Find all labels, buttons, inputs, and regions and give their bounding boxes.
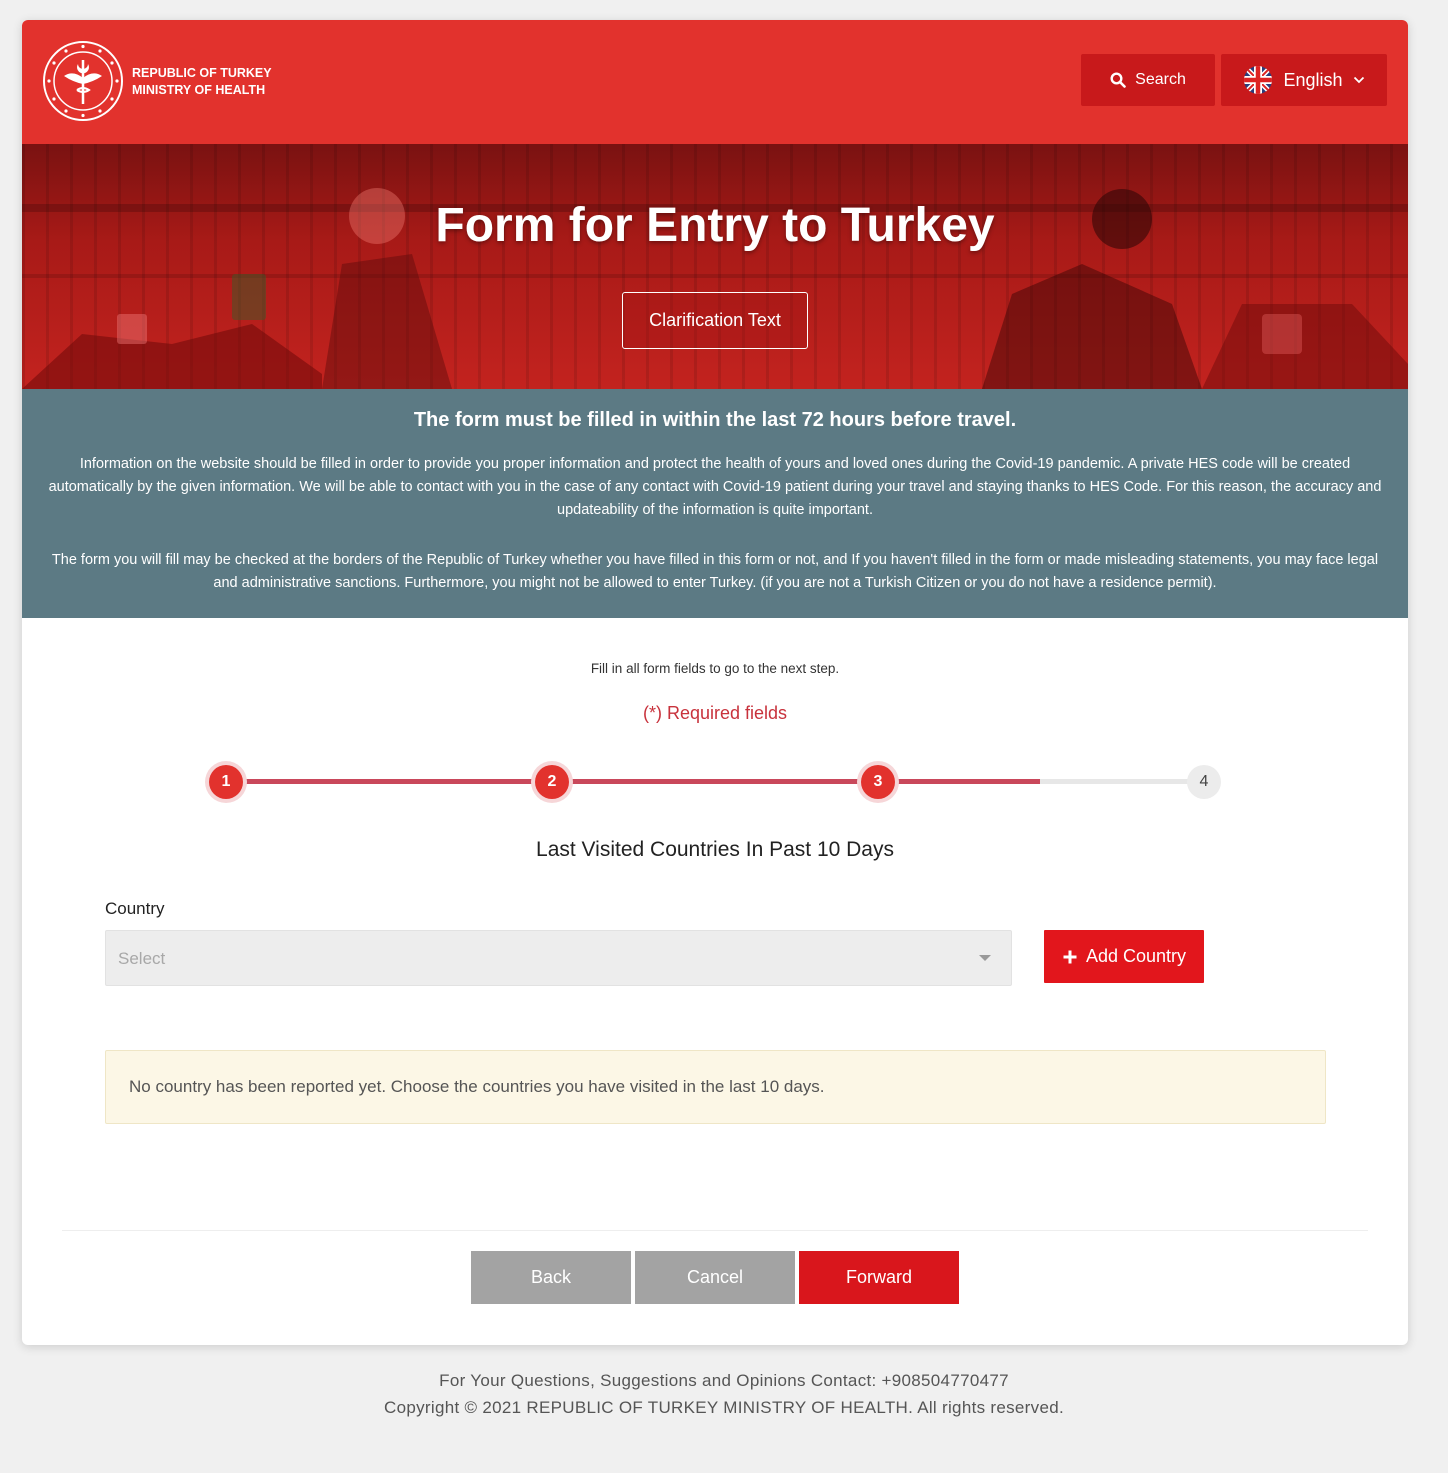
org-line-1: REPUBLIC OF TURKEY — [132, 66, 272, 80]
back-button[interactable]: Back — [471, 1251, 631, 1304]
org-line-2: MINISTRY OF HEALTH — [132, 83, 266, 97]
ministry-emblem-icon[interactable] — [42, 40, 124, 122]
section-title: Last Visited Countries In Past 10 Days — [536, 838, 894, 861]
progress-track-completed — [225, 779, 1040, 784]
country-label: Country — [105, 899, 165, 918]
divider — [62, 1230, 1368, 1231]
notice-paragraph-2: The form you will fill may be checked at… — [51, 552, 1379, 591]
page-title: Form for Entry to Turkey — [435, 199, 995, 252]
notice-heading: The form must be filled in within the la… — [413, 409, 1017, 431]
required-fields-note: (*) Required fields — [642, 703, 788, 723]
country-select[interactable]: Select — [105, 930, 1012, 986]
form-hint: Fill in all form fields to go to the nex… — [590, 661, 840, 676]
forward-button[interactable]: Forward — [799, 1251, 959, 1304]
step-4: 4 — [1187, 765, 1221, 799]
cancel-button[interactable]: Cancel — [635, 1251, 795, 1304]
footer-copyright: Copyright © 2021 REPUBLIC OF TURKEY MINI… — [384, 1398, 1064, 1417]
empty-countries-message: No country has been reported yet. Choose… — [129, 1077, 825, 1096]
hero-background-image — [22, 188, 1408, 389]
search-label: Search — [1135, 71, 1186, 88]
uk-flag-icon — [1244, 66, 1273, 94]
language-label: English — [1283, 69, 1343, 90]
notice-paragraph-1: Information on the website should be fil… — [48, 456, 1382, 518]
add-country-button[interactable]: Add Country — [1044, 930, 1204, 983]
plus-icon — [1063, 950, 1077, 963]
footer-contact: For Your Questions, Suggestions and Opin… — [439, 1371, 1009, 1390]
top-bar: REPUBLIC OF TURKEY MINISTRY OF HEALTH Se… — [22, 20, 1408, 144]
hero-banner: Form for Entry to Turkey Clarification T… — [22, 144, 1408, 389]
country-select-placeholder: Select — [118, 949, 166, 968]
organization-name: REPUBLIC OF TURKEY MINISTRY OF HEALTH — [132, 65, 272, 99]
info-notice: The form must be filled in within the la… — [22, 389, 1408, 618]
search-button[interactable]: Search — [1081, 54, 1215, 106]
search-icon — [1110, 72, 1126, 88]
empty-countries-alert: No country has been reported yet. Choose… — [105, 1050, 1326, 1124]
step-1: 1 — [209, 765, 243, 799]
form-card: REPUBLIC OF TURKEY MINISTRY OF HEALTH Se… — [22, 20, 1408, 1345]
language-selector[interactable]: English — [1221, 54, 1387, 106]
add-country-label: Add Country — [1085, 946, 1187, 966]
progress-track-remaining — [1040, 779, 1204, 784]
step-3: 3 — [861, 765, 895, 799]
step-2: 2 — [535, 765, 569, 799]
chevron-down-icon — [1353, 76, 1364, 84]
clarification-text-button[interactable]: Clarification Text — [622, 292, 808, 349]
caret-down-icon — [979, 955, 991, 961]
